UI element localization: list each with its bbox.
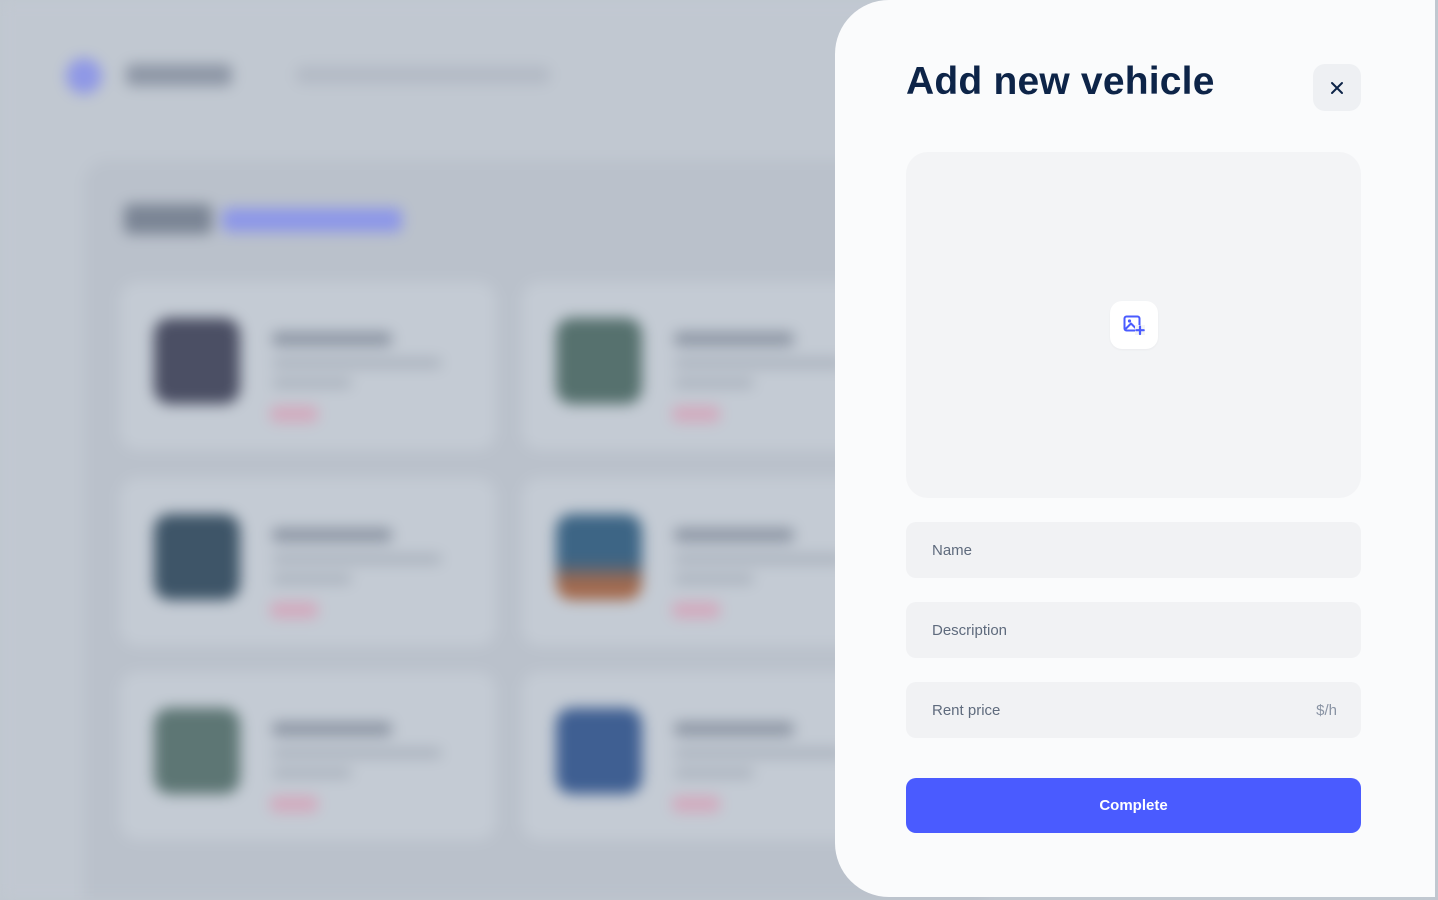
- upload-image-button[interactable]: [1109, 301, 1158, 349]
- name-input[interactable]: [930, 540, 1337, 560]
- rent-price-input[interactable]: [930, 700, 1317, 720]
- card-line: [272, 748, 442, 758]
- vehicle-thumbnail: [154, 318, 240, 404]
- card-tag: [270, 796, 318, 812]
- panel-title-accent-placeholder: [222, 208, 402, 232]
- panel-title-placeholder: [124, 204, 212, 234]
- vehicle-thumbnail: [556, 514, 642, 600]
- vehicle-card: [120, 478, 496, 646]
- card-line: [674, 528, 794, 542]
- vehicle-card: [120, 282, 496, 450]
- rent-price-unit: $/h: [1316, 701, 1337, 719]
- card-tag: [672, 602, 720, 618]
- card-tag: [672, 406, 720, 422]
- card-line: [674, 358, 844, 368]
- vehicle-thumbnail: [556, 708, 642, 794]
- card-line: [272, 378, 352, 388]
- card-line: [674, 574, 754, 584]
- card-tag: [672, 796, 720, 812]
- name-field[interactable]: [906, 522, 1361, 578]
- card-line: [272, 574, 352, 584]
- card-line: [272, 332, 392, 346]
- description-input[interactable]: [930, 620, 1337, 640]
- card-line: [674, 768, 754, 778]
- search-bar-placeholder: [296, 66, 550, 84]
- card-line: [674, 554, 844, 564]
- card-line: [272, 722, 392, 736]
- card-line: [674, 378, 754, 388]
- card-tag: [270, 602, 318, 618]
- card-line: [272, 768, 352, 778]
- vehicle-thumbnail: [154, 708, 240, 794]
- card-line: [272, 528, 392, 542]
- close-icon: [1331, 81, 1343, 94]
- card-tag: [270, 406, 318, 422]
- image-plus-icon: [1123, 315, 1145, 336]
- card-line: [272, 358, 442, 368]
- close-button[interactable]: [1313, 64, 1361, 111]
- vehicle-thumbnail: [556, 318, 642, 404]
- rent-price-field[interactable]: $/h: [906, 682, 1361, 738]
- complete-button[interactable]: Complete: [906, 778, 1361, 833]
- add-vehicle-drawer: Add new vehicle $/h Complete: [835, 0, 1435, 897]
- card-line: [674, 332, 794, 346]
- card-line: [272, 554, 442, 564]
- app-brand-placeholder: [126, 64, 232, 86]
- drawer-title: Add new vehicle: [906, 60, 1215, 103]
- card-line: [674, 722, 794, 736]
- image-upload-area[interactable]: [906, 152, 1361, 498]
- vehicle-thumbnail: [154, 514, 240, 600]
- vehicle-card: [120, 672, 496, 840]
- card-line: [674, 748, 844, 758]
- app-logo: [66, 58, 102, 94]
- description-field[interactable]: [906, 602, 1361, 658]
